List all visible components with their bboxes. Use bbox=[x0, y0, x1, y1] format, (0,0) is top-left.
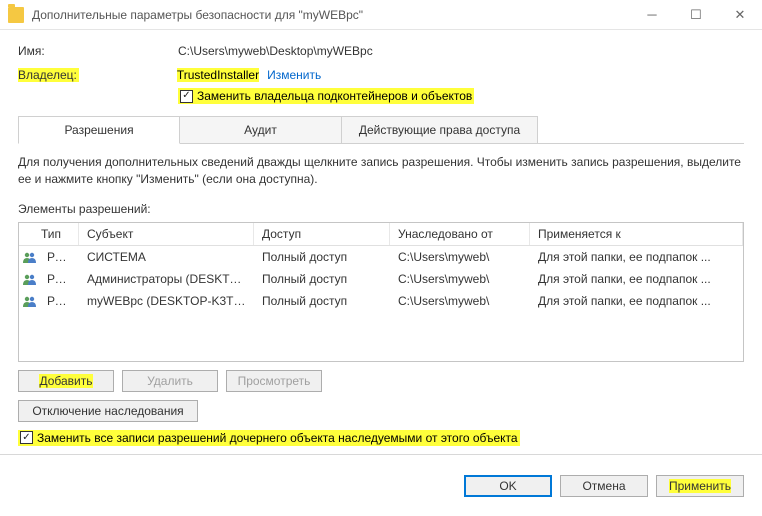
col-type[interactable]: Тип bbox=[19, 223, 79, 245]
folder-icon bbox=[8, 7, 24, 23]
replace-owner-label: Заменить владельца подконтейнеров и объе… bbox=[197, 89, 472, 103]
disable-inheritance-button[interactable]: Отключение наследования bbox=[18, 400, 198, 422]
col-applies[interactable]: Применяется к bbox=[530, 223, 743, 245]
apply-button[interactable]: Применить bbox=[656, 475, 744, 497]
change-owner-link[interactable]: Изменить bbox=[267, 68, 321, 82]
replace-owner-checkbox[interactable]: ✓ bbox=[180, 90, 193, 103]
tab-audit[interactable]: Аудит bbox=[180, 116, 342, 143]
tab-effective-access[interactable]: Действующие права доступа bbox=[342, 116, 538, 143]
close-button[interactable]: ✕ bbox=[718, 0, 762, 29]
add-button[interactable]: Добавить bbox=[18, 370, 114, 392]
table-row[interactable]: Разр...Администраторы (DESKTOP-...Полный… bbox=[19, 268, 743, 290]
owner-label: Владелец: bbox=[18, 68, 79, 82]
permissions-table: Тип Субъект Доступ Унаследовано от Приме… bbox=[18, 222, 744, 362]
cell-subject: СИСТЕМА bbox=[79, 248, 254, 266]
cell-access: Полный доступ bbox=[254, 248, 390, 266]
cell-type: Разр... bbox=[39, 248, 79, 266]
ok-button[interactable]: OK bbox=[464, 475, 552, 497]
cell-access: Полный доступ bbox=[254, 270, 390, 288]
table-row[interactable]: Разр...myWEBpc (DESKTOP-K3T25N...Полный … bbox=[19, 290, 743, 312]
owner-value: TrustedInstaller bbox=[177, 68, 259, 82]
maximize-button[interactable]: ☐ bbox=[674, 0, 718, 29]
separator bbox=[0, 454, 762, 455]
cell-inherited: C:\Users\myweb\ bbox=[390, 292, 530, 310]
name-label: Имя: bbox=[18, 44, 178, 58]
col-inherited[interactable]: Унаследовано от bbox=[390, 223, 530, 245]
cell-subject: Администраторы (DESKTOP-... bbox=[79, 270, 254, 288]
window-title: Дополнительные параметры безопасности дл… bbox=[32, 8, 630, 22]
replace-child-checkbox[interactable]: ✓ bbox=[20, 431, 33, 444]
cell-type: Разр... bbox=[39, 270, 79, 288]
col-access[interactable]: Доступ bbox=[254, 223, 390, 245]
replace-child-label: Заменить все записи разрешений дочернего… bbox=[37, 431, 518, 445]
dialog-footer: OK Отмена Применить bbox=[0, 465, 762, 509]
cell-applies: Для этой папки, ее подпапок ... bbox=[530, 248, 743, 266]
tab-permissions[interactable]: Разрешения bbox=[18, 116, 180, 144]
cell-inherited: C:\Users\myweb\ bbox=[390, 248, 530, 266]
tab-bar: Разрешения Аудит Действующие права досту… bbox=[18, 116, 744, 144]
name-value: C:\Users\myweb\Desktop\myWEBpc bbox=[178, 44, 373, 58]
cell-type: Разр... bbox=[39, 292, 79, 310]
cell-inherited: C:\Users\myweb\ bbox=[390, 270, 530, 288]
elements-label: Элементы разрешений: bbox=[18, 202, 744, 216]
cell-applies: Для этой папки, ее подпапок ... bbox=[530, 270, 743, 288]
description-text: Для получения дополнительных сведений дв… bbox=[18, 154, 744, 188]
users-icon bbox=[23, 295, 39, 307]
cancel-button[interactable]: Отмена bbox=[560, 475, 648, 497]
users-icon bbox=[23, 251, 39, 263]
cell-subject: myWEBpc (DESKTOP-K3T25N... bbox=[79, 292, 254, 310]
cell-applies: Для этой папки, ее подпапок ... bbox=[530, 292, 743, 310]
col-subject[interactable]: Субъект bbox=[79, 223, 254, 245]
cell-access: Полный доступ bbox=[254, 292, 390, 310]
title-bar: Дополнительные параметры безопасности дл… bbox=[0, 0, 762, 30]
view-button: Просмотреть bbox=[226, 370, 322, 392]
users-icon bbox=[23, 273, 39, 285]
table-row[interactable]: Разр...СИСТЕМАПолный доступC:\Users\mywe… bbox=[19, 246, 743, 268]
remove-button: Удалить bbox=[122, 370, 218, 392]
minimize-button[interactable]: ─ bbox=[630, 0, 674, 29]
